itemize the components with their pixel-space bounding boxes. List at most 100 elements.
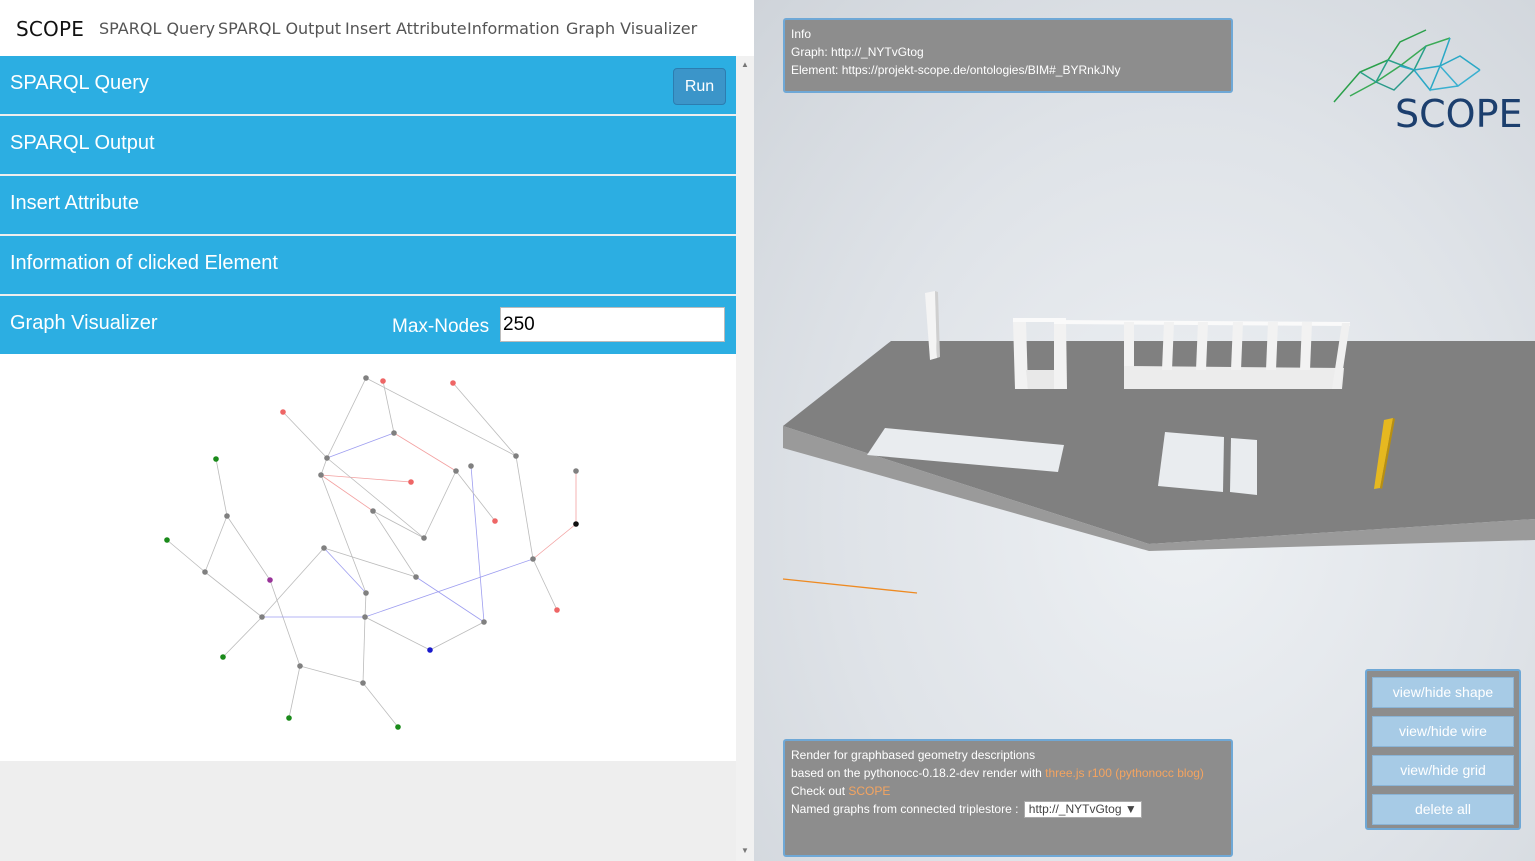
- nav-link-sparql-output[interactable]: SPARQL Output: [218, 19, 341, 38]
- nav-link-information[interactable]: Information: [467, 19, 560, 38]
- graph-node[interactable]: [492, 518, 498, 524]
- graph-edge: [364, 616, 431, 651]
- graph-node[interactable]: [267, 577, 273, 583]
- max-nodes-label: Max-Nodes: [392, 316, 490, 337]
- graph-node[interactable]: [468, 463, 474, 469]
- graph-edge: [204, 515, 228, 573]
- delete-all-button[interactable]: delete all: [1372, 794, 1514, 825]
- graph-edge: [282, 411, 328, 459]
- graph-edge: [429, 621, 485, 651]
- graph-edge: [532, 523, 577, 560]
- render-info-line3: Check out SCOPE: [791, 784, 891, 798]
- graph-node[interactable]: [391, 430, 397, 436]
- graph-node[interactable]: [481, 619, 487, 625]
- max-nodes-input[interactable]: [500, 307, 725, 342]
- graph-node[interactable]: [297, 663, 303, 669]
- graph-node[interactable]: [362, 614, 368, 620]
- slab-opening-2: [1158, 432, 1224, 492]
- info-element: Element: https://projekt-scope.de/ontolo…: [791, 63, 1121, 77]
- graph-node[interactable]: [573, 521, 579, 527]
- graph-edge: [455, 470, 496, 522]
- graph-edge: [261, 547, 325, 618]
- graph-node[interactable]: [427, 647, 433, 653]
- comb-tooth: [1196, 322, 1208, 370]
- graph-node[interactable]: [421, 535, 427, 541]
- graph-edge: [365, 377, 517, 457]
- graph-edge: [372, 510, 417, 578]
- graph-node[interactable]: [318, 472, 324, 478]
- graph-edge: [320, 474, 412, 483]
- orange-wire: [782, 578, 918, 594]
- graph-node[interactable]: [224, 513, 230, 519]
- view-hide-wire-button[interactable]: view/hide wire: [1372, 716, 1514, 747]
- render-info-box: Render for graphbased geometry descripti…: [783, 739, 1233, 857]
- nav-link-graph-visualizer[interactable]: Graph Visualizer: [566, 19, 697, 38]
- graph-node[interactable]: [554, 607, 560, 613]
- graph-canvas[interactable]: [0, 354, 736, 761]
- scroll-up-icon[interactable]: ▲: [741, 60, 749, 69]
- graph-edge: [470, 465, 485, 623]
- graph-node[interactable]: [202, 569, 208, 575]
- graph-node[interactable]: [286, 715, 292, 721]
- graph-visualizer-panel[interactable]: Graph Visualizer Max-Nodes: [0, 296, 736, 354]
- graph-edge: [166, 539, 206, 573]
- graph-node[interactable]: [324, 455, 330, 461]
- graph-edge: [372, 510, 425, 539]
- sparql-output-title: SPARQL Output: [10, 132, 155, 154]
- view-controls: view/hide shape view/hide wire view/hide…: [1365, 669, 1521, 830]
- insert-attribute-panel[interactable]: Insert Attribute: [0, 176, 736, 234]
- scrollbar[interactable]: ▲ ▼: [736, 56, 754, 861]
- graph-node[interactable]: [513, 453, 519, 459]
- graph-node[interactable]: [380, 378, 386, 384]
- brand-logo[interactable]: SCOPE: [16, 17, 84, 41]
- graph-edge: [415, 576, 485, 623]
- sparql-query-panel[interactable]: SPARQL Query Run: [0, 56, 736, 114]
- graph-node[interactable]: [413, 574, 419, 580]
- run-button[interactable]: Run: [673, 68, 726, 105]
- graph-node[interactable]: [259, 614, 265, 620]
- graph-node[interactable]: [213, 456, 219, 462]
- graph-edge: [364, 558, 534, 618]
- graph-edge: [222, 616, 263, 658]
- graph-node[interactable]: [280, 409, 286, 415]
- graph-node[interactable]: [363, 590, 369, 596]
- graph-node[interactable]: [573, 468, 579, 474]
- graph-node[interactable]: [453, 468, 459, 474]
- threejs-blog-link[interactable]: three.js r100 (pythonocc blog): [1045, 766, 1204, 780]
- comb-tooth: [1231, 322, 1243, 370]
- graph-node[interactable]: [321, 545, 327, 551]
- graph-edge: [362, 616, 366, 684]
- info-title: Info: [791, 27, 812, 41]
- info-box: Info Graph: http://_NYTvGtog Element: ht…: [783, 18, 1233, 93]
- scope-link[interactable]: SCOPE: [848, 784, 890, 798]
- view-hide-grid-button[interactable]: view/hide grid: [1372, 755, 1514, 786]
- graph-node[interactable]: [450, 380, 456, 386]
- graph-edge: [320, 474, 367, 594]
- information-panel[interactable]: Information of clicked Element: [0, 236, 736, 294]
- graph-node[interactable]: [408, 479, 414, 485]
- graph-edge: [423, 470, 457, 539]
- nav-link-insert-attribute[interactable]: Insert Attribute: [345, 19, 467, 38]
- information-title: Information of clicked Element: [10, 252, 278, 274]
- graph-node[interactable]: [164, 537, 170, 543]
- graph-edge: [452, 382, 517, 457]
- graph-edge: [320, 474, 374, 512]
- graph-node[interactable]: [220, 654, 226, 660]
- graph-node[interactable]: [360, 680, 366, 686]
- graph-edge: [288, 665, 301, 719]
- named-graph-select[interactable]: http://_NYTvGtog ▼: [1023, 801, 1142, 818]
- navbar: SCOPE SPARQL Query SPARQL Output Insert …: [0, 0, 754, 56]
- view-hide-shape-button[interactable]: view/hide shape: [1372, 677, 1514, 708]
- graph-edge: [299, 665, 364, 684]
- graph-visualization[interactable]: [0, 354, 736, 761]
- graph-node[interactable]: [530, 556, 536, 562]
- graph-node[interactable]: [363, 375, 369, 381]
- sparql-output-panel[interactable]: SPARQL Output: [0, 116, 736, 174]
- viewer-3d[interactable]: SCOPE Info Graph: http://_NYTvGtog Eleme…: [754, 0, 1535, 861]
- graph-node[interactable]: [370, 508, 376, 514]
- scroll-down-icon[interactable]: ▼: [741, 846, 749, 855]
- nav-link-sparql-query[interactable]: SPARQL Query: [99, 19, 215, 38]
- graph-edge: [382, 380, 395, 434]
- graph-node[interactable]: [395, 724, 401, 730]
- render-info-line4: Named graphs from connected triplestore …: [791, 800, 1225, 818]
